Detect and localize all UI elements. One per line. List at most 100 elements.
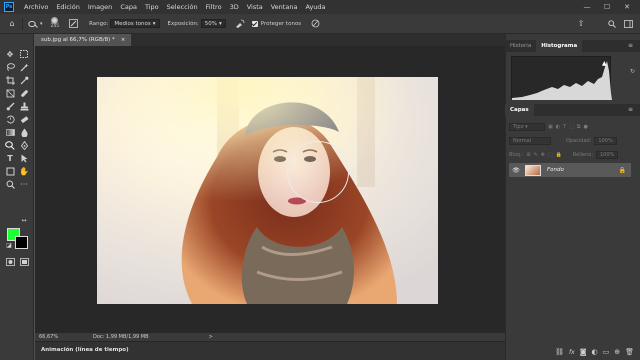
menu-archivo[interactable]: Archivo: [20, 0, 52, 14]
lock-image-icon[interactable]: ✎: [534, 152, 538, 158]
filter-kind-select[interactable]: Tipo ▾: [509, 122, 545, 131]
background-color-swatch[interactable]: [15, 236, 28, 249]
home-icon[interactable]: ⌂: [6, 18, 18, 30]
document-image[interactable]: [97, 77, 438, 304]
document-tab[interactable]: sub.jpg al 66,7% (RGB/8) * ×: [35, 34, 132, 46]
menu-capa[interactable]: Capa: [116, 0, 141, 14]
share-icon[interactable]: ⇧: [575, 18, 587, 30]
timeline-title[interactable]: Animación (línea de tiempo): [41, 347, 129, 353]
history-brush-tool-icon[interactable]: [4, 113, 16, 125]
adjustment-icon[interactable]: ◐: [592, 348, 598, 356]
layers-footer: ⛓ fx ◙ ◐ ▭ ⊕ 🗑: [505, 344, 640, 360]
close-tab-icon[interactable]: ×: [121, 34, 126, 46]
menu-imagen[interactable]: Imagen: [84, 0, 116, 14]
opacity-input[interactable]: 100%: [594, 136, 617, 145]
stamp-tool-icon[interactable]: [18, 100, 30, 112]
fx-icon[interactable]: fx: [569, 349, 575, 356]
swap-colors-icon[interactable]: ↔: [18, 214, 30, 226]
tab-capas[interactable]: Capas: [505, 104, 534, 116]
filter-smart-icon[interactable]: ⧉: [577, 124, 581, 130]
more-tools-icon[interactable]: ···: [18, 178, 30, 190]
histogram-graph: [512, 61, 612, 100]
minimize-button[interactable]: —: [578, 0, 596, 14]
blend-row: Normal Opacidad: 100%: [509, 136, 631, 145]
lock-position-icon[interactable]: ✥: [541, 152, 545, 158]
mask-icon[interactable]: ◙: [580, 348, 587, 356]
filter-adjust-icon[interactable]: ◐: [556, 124, 560, 130]
brush-tool-icon[interactable]: [4, 100, 16, 112]
maximize-button[interactable]: ☐: [598, 0, 616, 14]
menu-seleccion[interactable]: Selección: [163, 0, 202, 14]
fill-label: Relleno:: [572, 151, 593, 158]
blend-mode-select[interactable]: Normal: [509, 136, 551, 145]
exposure-input[interactable]: 50% ▾: [200, 19, 226, 28]
dodge-tool-preset-icon[interactable]: [27, 18, 39, 30]
new-layer-icon[interactable]: ⊕: [614, 348, 620, 356]
menu-tipo[interactable]: Tipo: [141, 0, 163, 14]
blur-tool-icon[interactable]: [18, 126, 30, 138]
move-tool-icon[interactable]: ✥: [4, 48, 16, 60]
menu-filtro[interactable]: Filtro: [202, 0, 226, 14]
trash-icon[interactable]: 🗑: [625, 348, 634, 356]
dodge-tool-icon[interactable]: [4, 139, 16, 151]
filter-toggle-icon[interactable]: ●: [583, 124, 587, 130]
lock-transparent-icon[interactable]: ⊞: [526, 152, 530, 158]
workspace-icon[interactable]: [622, 18, 634, 30]
folder-icon[interactable]: ▭: [603, 348, 610, 356]
pressure-size-icon[interactable]: [309, 18, 321, 30]
path-select-tool-icon[interactable]: [18, 152, 30, 164]
photoshop-window: Ps Archivo Edición Imagen Capa Tipo Sele…: [0, 0, 640, 360]
zoom-tool-icon[interactable]: [4, 178, 16, 190]
magic-wand-tool-icon[interactable]: [18, 61, 30, 73]
eyedropper-tool-icon[interactable]: [18, 74, 30, 86]
chevron-down-icon: ▾: [152, 20, 156, 27]
lock-icon: 🔒: [618, 166, 626, 174]
airbrush-icon[interactable]: [234, 18, 246, 30]
eraser-tool-icon[interactable]: [18, 113, 30, 125]
menu-ayuda[interactable]: Ayuda: [301, 0, 329, 14]
brush-size-picker[interactable]: 245: [51, 17, 59, 30]
gradient-tool-icon[interactable]: [4, 126, 16, 138]
layer-row-fondo[interactable]: 👁 Fondo 🔒: [509, 163, 631, 177]
menu-3d[interactable]: 3D: [226, 0, 243, 14]
warning-triangle-icon[interactable]: ▲: [602, 60, 607, 67]
lock-artboard-icon[interactable]: ⬚: [548, 152, 553, 158]
type-tool-icon[interactable]: T: [4, 152, 16, 164]
filter-type-icon[interactable]: T: [563, 124, 566, 130]
hand-tool-icon[interactable]: ✋: [18, 165, 30, 177]
screen-mode-icon[interactable]: [18, 256, 30, 268]
menu-ventana[interactable]: Ventana: [267, 0, 302, 14]
lasso-tool-icon[interactable]: [4, 61, 16, 73]
document-tab-title: sub.jpg al 66,7% (RGB/8) *: [41, 37, 115, 43]
lock-all-icon[interactable]: 🔒: [556, 152, 562, 158]
brush-settings-icon[interactable]: [67, 18, 79, 30]
refresh-icon[interactable]: ↻: [630, 68, 635, 75]
zoom-level[interactable]: 66,67%: [39, 334, 73, 340]
panel-menu-icon[interactable]: ≡: [628, 42, 633, 49]
frame-tool-icon[interactable]: [4, 87, 16, 99]
visibility-eye-icon[interactable]: 👁: [509, 167, 523, 174]
quick-mask-icon[interactable]: [4, 256, 16, 268]
filter-shape-icon[interactable]: ⬚: [569, 124, 574, 130]
close-window-button[interactable]: ✕: [618, 0, 636, 14]
search-icon[interactable]: [606, 18, 618, 30]
menu-edicion[interactable]: Edición: [52, 0, 84, 14]
fill-input[interactable]: 100%: [596, 150, 619, 159]
heal-tool-icon[interactable]: [18, 87, 30, 99]
tab-histograma[interactable]: Histograma: [536, 40, 583, 52]
filter-pixel-icon[interactable]: ▣: [548, 124, 553, 130]
range-select[interactable]: Medios tonos ▾: [110, 19, 160, 28]
shape-tool-icon[interactable]: [4, 165, 16, 177]
default-colors-icon[interactable]: ◪: [3, 239, 15, 251]
layer-name[interactable]: Fondo: [547, 167, 564, 173]
options-bar: ⌂ ▾ 245 Rango: Medios tonos ▾ Exposición:…: [0, 14, 640, 34]
status-menu-arrow[interactable]: >: [209, 334, 213, 340]
marquee-tool-icon[interactable]: [18, 48, 30, 60]
crop-tool-icon[interactable]: [4, 74, 16, 86]
tab-historia[interactable]: Historia: [505, 40, 536, 52]
panel-menu-icon[interactable]: ≡: [628, 106, 633, 113]
pen-tool-icon[interactable]: [18, 139, 30, 151]
protect-tones-checkbox[interactable]: [251, 20, 258, 27]
link-icon[interactable]: ⛓: [555, 348, 564, 356]
menu-vista[interactable]: Vista: [243, 0, 267, 14]
